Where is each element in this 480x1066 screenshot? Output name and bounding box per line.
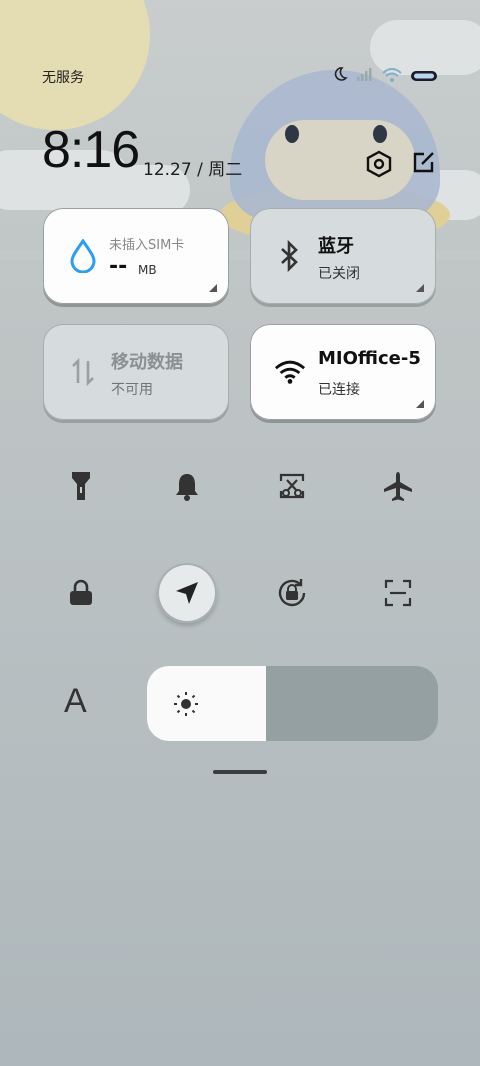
mobile-data-title: 移动数据 bbox=[111, 352, 183, 373]
rotation-lock-icon[interactable] bbox=[262, 563, 322, 623]
data-unit: MB bbox=[138, 263, 157, 277]
date: 12.27 / 周二 bbox=[143, 160, 243, 180]
airplane-icon[interactable] bbox=[368, 456, 428, 516]
sim-status: 未插入SIM卡 bbox=[109, 238, 185, 253]
signal-icon bbox=[356, 67, 374, 86]
bluetooth-icon bbox=[274, 238, 306, 274]
bluetooth-status: 已关闭 bbox=[318, 266, 360, 282]
expand-corner-icon bbox=[416, 284, 424, 292]
brightness-fill bbox=[147, 666, 267, 741]
wifi-icon bbox=[382, 67, 402, 86]
moon-icon bbox=[332, 66, 348, 86]
brightness-slider[interactable] bbox=[147, 666, 438, 741]
lock-icon[interactable] bbox=[51, 563, 111, 623]
scan-icon[interactable] bbox=[368, 563, 428, 623]
drag-handle[interactable] bbox=[213, 770, 267, 774]
carrier-status: 无服务 bbox=[42, 70, 84, 86]
wifi-icon bbox=[274, 354, 306, 390]
data-value: -- bbox=[109, 254, 128, 279]
bell-icon[interactable] bbox=[157, 456, 217, 516]
expand-corner-icon bbox=[416, 400, 424, 408]
edit-icon[interactable] bbox=[412, 150, 436, 182]
status-icons bbox=[332, 66, 438, 86]
bluetooth-tile[interactable]: 蓝牙 已关闭 bbox=[250, 208, 436, 304]
hexagon-settings-icon[interactable] bbox=[366, 150, 392, 182]
water-drop-icon bbox=[67, 238, 99, 274]
wifi-tile[interactable]: MIOffice-5 已连接 bbox=[250, 324, 436, 420]
data-usage-tile[interactable]: 未插入SIM卡 -- MB bbox=[43, 208, 229, 304]
expand-corner-icon bbox=[209, 284, 217, 292]
wifi-status: 已连接 bbox=[318, 382, 360, 398]
mobile-data-tile[interactable]: 移动数据 不可用 bbox=[43, 324, 229, 420]
location-icon[interactable] bbox=[157, 563, 217, 623]
clock: 8:16 bbox=[42, 121, 140, 179]
bluetooth-title: 蓝牙 bbox=[318, 236, 354, 257]
sun-icon bbox=[173, 691, 199, 721]
wifi-network-name: MIOffice-5 bbox=[318, 348, 421, 369]
battery-icon bbox=[410, 67, 438, 86]
screenshot-icon[interactable] bbox=[262, 456, 322, 516]
flashlight-icon[interactable] bbox=[51, 456, 111, 516]
data-arrows-icon bbox=[67, 354, 99, 390]
font-size-button[interactable]: A bbox=[64, 682, 87, 721]
mobile-data-status: 不可用 bbox=[111, 382, 153, 398]
